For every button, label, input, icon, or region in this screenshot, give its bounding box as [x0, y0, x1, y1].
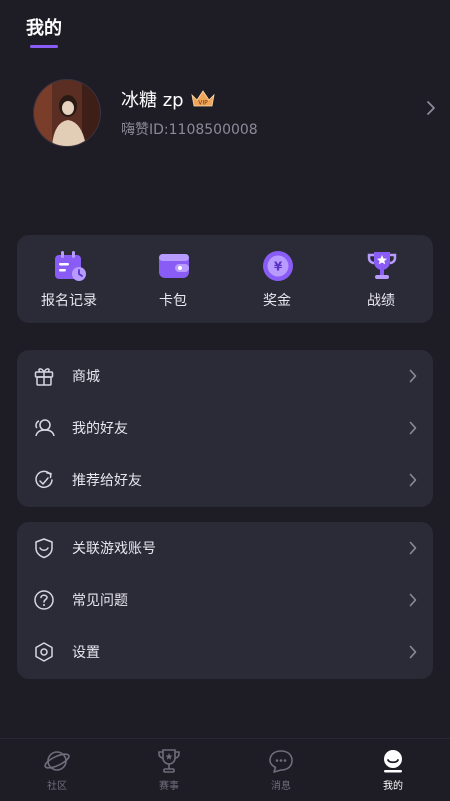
menu-item-label: 常见问题	[72, 593, 128, 609]
tab-community[interactable]: 社区	[1, 739, 113, 801]
menu-item-label: 设置	[72, 645, 100, 661]
menu-item-label: 商城	[72, 369, 100, 385]
chevron-right-icon	[409, 369, 417, 383]
menu-item-settings[interactable]: 设置	[17, 626, 433, 678]
menu-item-label: 关联游戏账号	[72, 541, 156, 557]
tab-label: 我的	[383, 781, 403, 792]
menu-item-link-game-account[interactable]: 关联游戏账号	[17, 522, 433, 574]
wallet-icon	[159, 254, 189, 278]
calendar-clock-icon	[55, 251, 86, 281]
planet-icon	[44, 751, 70, 771]
menu-item-label: 推荐给好友	[72, 473, 142, 489]
shield-link-icon	[35, 538, 53, 559]
chevron-right-icon[interactable]	[426, 100, 436, 116]
svg-text:¥: ¥	[274, 260, 283, 274]
chevron-right-icon	[409, 473, 417, 487]
menu-item-recommend[interactable]: 推荐给好友	[17, 454, 433, 506]
page-header: 我的	[0, 0, 450, 60]
quick-action-label: 奖金	[263, 293, 291, 309]
user-name: 冰糖 zp	[121, 90, 184, 111]
tab-mine[interactable]: 我的	[337, 739, 449, 801]
friends-icon	[35, 419, 55, 437]
vip-crown-icon: VIP	[190, 89, 216, 109]
menu-group-1: 商城 我的好友 推荐给好友	[17, 350, 433, 507]
bottom-tab-bar: 社区 赛事 消息 我的	[0, 738, 450, 801]
tab-label: 赛事	[159, 781, 179, 792]
user-id: 嗨赞ID:1108500008	[121, 122, 258, 138]
chevron-right-icon	[409, 593, 417, 607]
quick-action-label: 报名记录	[41, 293, 97, 309]
gift-icon	[34, 368, 54, 386]
tab-messages[interactable]: 消息	[225, 739, 337, 801]
tab-label: 社区	[47, 781, 67, 792]
question-icon	[34, 590, 54, 610]
yuan-coin-icon: ¥	[263, 251, 293, 281]
trophy-icon	[367, 252, 397, 279]
quick-action-wallet[interactable]: 卡包	[121, 235, 225, 323]
menu-item-label: 我的好友	[72, 421, 128, 437]
vip-badge-text: VIP	[198, 100, 208, 107]
chevron-right-icon	[409, 421, 417, 435]
menu-item-friends[interactable]: 我的好友	[17, 402, 433, 454]
avatar[interactable]	[33, 79, 101, 147]
settings-hex-icon	[35, 642, 53, 662]
menu-item-faq[interactable]: 常见问题	[17, 574, 433, 626]
tab-events[interactable]: 赛事	[113, 739, 225, 801]
quick-action-label: 战绩	[367, 293, 395, 309]
trophy-outline-icon	[158, 749, 180, 773]
name-row: 冰糖 zp VIP	[121, 86, 216, 112]
profile-icon	[384, 750, 402, 773]
quick-action-bonus[interactable]: ¥ 奖金	[225, 235, 329, 323]
menu-item-mall[interactable]: 商城	[17, 350, 433, 402]
quick-action-registration[interactable]: 报名记录	[17, 235, 121, 323]
chevron-right-icon	[409, 645, 417, 659]
share-icon	[35, 470, 53, 489]
tab-label: 消息	[271, 781, 291, 792]
quick-action-record[interactable]: 战绩	[329, 235, 433, 323]
chat-bubble-icon	[269, 750, 293, 773]
menu-group-2: 关联游戏账号 常见问题 设置	[17, 522, 433, 679]
title-underline	[30, 45, 58, 48]
page-title: 我的	[26, 18, 62, 39]
chevron-right-icon	[409, 541, 417, 555]
profile-card[interactable]: 冰糖 zp VIP 嗨赞ID:1108500008	[0, 72, 450, 148]
quick-action-label: 卡包	[159, 293, 187, 309]
quick-actions-panel: 报名记录 卡包 ¥ 奖金 战绩	[17, 235, 433, 323]
